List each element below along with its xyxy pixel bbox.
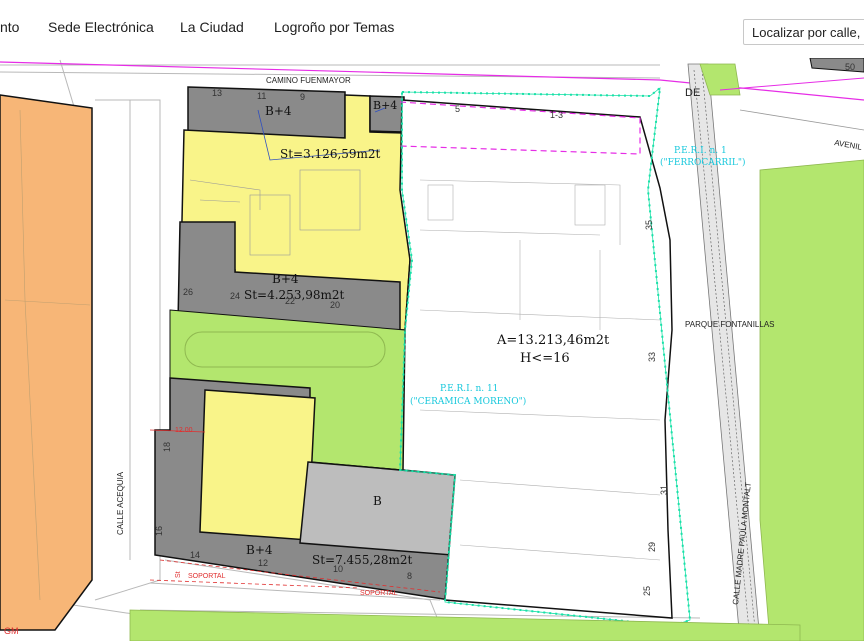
- label-st-bottom: St=7.455,28m2t: [312, 553, 413, 567]
- num-13: 13: [212, 88, 222, 98]
- num-31: 31: [659, 485, 669, 495]
- num-50: 50: [845, 62, 855, 72]
- street-de-partial: DE: [685, 87, 700, 99]
- urban-plan-map[interactable]: CAMINO FUENMAYOR DE AVENIL PARQUE FONTAN…: [0, 58, 864, 641]
- label-soportal-1: SOPORTAL: [188, 573, 226, 580]
- num-5: 5: [455, 104, 460, 114]
- top-navigation-bar: nto Sede Electrónica La Ciudad Logroño p…: [0, 0, 864, 59]
- num-24: 24: [230, 291, 240, 301]
- label-st-top: St=3.126,59m2t: [280, 147, 381, 161]
- num-14: 14: [190, 550, 200, 560]
- label-st-partial: St: [175, 571, 182, 578]
- num-18: 18: [162, 442, 172, 452]
- num-11: 11: [257, 91, 266, 101]
- label-peri-rail-line1: P.E.R.I. n. 1: [674, 146, 727, 156]
- map-view[interactable]: CAMINO FUENMAYOR DE AVENIL PARQUE FONTAN…: [0, 58, 864, 641]
- street-calle-acequia: CALLE ACEQUIA: [116, 471, 125, 535]
- nav-logrono-por-temas[interactable]: Logroño por Temas: [274, 19, 394, 35]
- label-b4-mid: B+4: [272, 272, 299, 286]
- label-area: A=13.213,46m2t: [496, 333, 610, 348]
- search-input[interactable]: [743, 19, 864, 45]
- street-camino-fuenmayor: CAMINO FUENMAYOR: [266, 76, 351, 85]
- light-gray-block: [299, 461, 459, 556]
- label-dim-12: 12.00: [175, 427, 193, 434]
- num-33: 33: [647, 352, 657, 362]
- label-b4-top: B+4: [265, 104, 292, 118]
- num-1-3: 1-3: [550, 110, 563, 120]
- nav-la-ciudad[interactable]: La Ciudad: [180, 19, 244, 35]
- label-b4-bottom: B+4: [246, 543, 273, 557]
- nav-item-partial[interactable]: nto: [0, 19, 19, 35]
- label-peri11-line1: P.E.R.I. n. 11: [440, 384, 498, 394]
- num-16: 16: [154, 526, 164, 536]
- label-b4-corner: B+4: [373, 99, 397, 112]
- label-b: B: [373, 494, 382, 508]
- label-soportal-2: SOPORTAL: [360, 590, 398, 597]
- num-20: 20: [330, 300, 340, 310]
- orange-block: [0, 94, 93, 631]
- green-park-right: [759, 159, 864, 641]
- num-12: 12: [258, 558, 268, 568]
- num-10: 10: [333, 564, 343, 574]
- label-gm-partial: GM: [4, 626, 19, 636]
- num-25: 25: [642, 586, 652, 596]
- label-height: H<=16: [520, 351, 570, 366]
- num-8: 8: [407, 571, 412, 581]
- num-9: 9: [300, 92, 305, 102]
- label-peri11-line2: ("CERAMICA MORENO"): [410, 396, 526, 407]
- label-peri-rail-line2: ("FERROCARRIL"): [660, 157, 746, 168]
- num-35: 35: [644, 220, 654, 230]
- yellow-block-bottom: [199, 389, 316, 541]
- num-29: 29: [647, 542, 657, 552]
- label-parque-fontanillas: PARQUE FONTANILLAS: [685, 320, 775, 329]
- num-22: 22: [285, 296, 295, 306]
- nav-sede-electronica[interactable]: Sede Electrónica: [48, 19, 154, 35]
- num-26: 26: [183, 287, 193, 297]
